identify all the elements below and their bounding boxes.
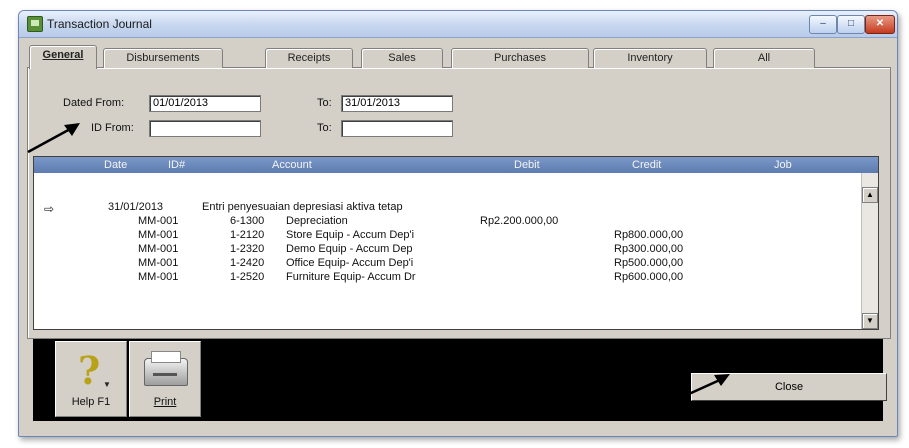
line-credit: Rp800.000,00 bbox=[614, 229, 684, 241]
annotation-arrow-icon bbox=[27, 123, 80, 154]
printer-icon bbox=[144, 351, 188, 386]
tab-general[interactable]: General bbox=[29, 45, 97, 69]
line-account-name: Office Equip- Accum Dep'i bbox=[286, 257, 414, 269]
line-debit: Rp2.200.000,00 bbox=[480, 215, 559, 227]
column-job[interactable]: Job bbox=[774, 159, 792, 171]
line-credit: Rp500.000,00 bbox=[614, 257, 684, 269]
tab-all[interactable]: All bbox=[713, 48, 815, 68]
line-id: MM-001 bbox=[138, 229, 179, 241]
help-button-label: Help F1 bbox=[71, 396, 111, 408]
grid-header: Date ID# Account Debit Credit Job bbox=[34, 157, 878, 173]
tab-receipts[interactable]: Receipts bbox=[265, 48, 353, 68]
line-id: MM-001 bbox=[138, 215, 179, 227]
tab-disbursements[interactable]: Disbursements bbox=[103, 48, 223, 68]
bottom-toolbar: ? ▼ Help F1 Print Close bbox=[33, 339, 887, 421]
close-window-button[interactable]: ✕ bbox=[865, 15, 895, 34]
line-account-no: 1-2120 bbox=[230, 229, 265, 241]
column-credit[interactable]: Credit bbox=[632, 159, 661, 171]
column-account[interactable]: Account bbox=[272, 159, 312, 171]
print-button[interactable]: Print bbox=[129, 341, 201, 417]
line-account-no: 1-2420 bbox=[230, 257, 265, 269]
id-from-input[interactable] bbox=[149, 120, 261, 137]
tab-sales[interactable]: Sales bbox=[361, 48, 443, 68]
tab-inventory[interactable]: Inventory bbox=[593, 48, 707, 68]
line-account-name: Demo Equip - Accum Dep bbox=[286, 243, 413, 255]
dated-from-input[interactable] bbox=[149, 95, 261, 112]
maximize-button[interactable]: □ bbox=[837, 15, 865, 34]
line-account-name: Depreciation bbox=[286, 215, 348, 227]
column-debit[interactable]: Debit bbox=[514, 159, 540, 171]
line-account-no: 1-2520 bbox=[230, 271, 265, 283]
dated-to-input[interactable] bbox=[341, 95, 453, 112]
row-selector-arrow-icon: ⇨ bbox=[44, 202, 55, 216]
entry-memo: Entri penyesuaian depresiasi aktiva teta… bbox=[202, 201, 403, 213]
vertical-scrollbar[interactable]: ▲ ▼ bbox=[861, 173, 878, 329]
column-id[interactable]: ID# bbox=[168, 159, 185, 171]
column-date[interactable]: Date bbox=[104, 159, 127, 171]
tab-purchases[interactable]: Purchases bbox=[451, 48, 589, 68]
scroll-down-icon[interactable]: ▼ bbox=[862, 313, 878, 329]
line-account-name: Store Equip - Accum Dep'i bbox=[286, 229, 415, 241]
help-question-icon: ? bbox=[78, 348, 101, 393]
line-id: MM-001 bbox=[138, 243, 179, 255]
id-to-input[interactable] bbox=[341, 120, 453, 137]
scroll-up-icon[interactable]: ▲ bbox=[862, 187, 878, 203]
journal-grid[interactable]: Date ID# Account Debit Credit Job ⇨ 31/0… bbox=[33, 156, 879, 330]
help-button[interactable]: ? ▼ Help F1 bbox=[55, 341, 127, 417]
id-to-label: To: bbox=[317, 122, 332, 134]
transaction-journal-window: Transaction Journal – □ ✕ General Disbur… bbox=[18, 10, 898, 437]
line-id: MM-001 bbox=[138, 257, 179, 269]
chevron-down-icon[interactable]: ▼ bbox=[103, 380, 111, 389]
line-credit: Rp600.000,00 bbox=[614, 271, 684, 283]
line-credit: Rp300.000,00 bbox=[614, 243, 684, 255]
dated-to-label: To: bbox=[317, 97, 332, 109]
app-icon bbox=[27, 16, 43, 32]
print-button-label: Print bbox=[153, 396, 177, 408]
window-title: Transaction Journal bbox=[47, 17, 152, 31]
title-bar[interactable]: Transaction Journal – □ ✕ bbox=[19, 11, 897, 38]
line-id: MM-001 bbox=[138, 271, 179, 283]
line-account-name: Furniture Equip- Accum Dr bbox=[286, 271, 416, 283]
line-account-no: 6-1300 bbox=[230, 215, 265, 227]
line-account-no: 1-2320 bbox=[230, 243, 265, 255]
journal-tabs: General Disbursements Receipts Sales Pur… bbox=[29, 45, 889, 69]
annotation-arrow-icon bbox=[679, 374, 730, 400]
id-from-label: ID From: bbox=[91, 122, 134, 134]
minimize-button[interactable]: – bbox=[809, 15, 837, 34]
entry-date: 31/01/2013 bbox=[108, 201, 164, 213]
dated-from-label: Dated From: bbox=[63, 97, 125, 109]
